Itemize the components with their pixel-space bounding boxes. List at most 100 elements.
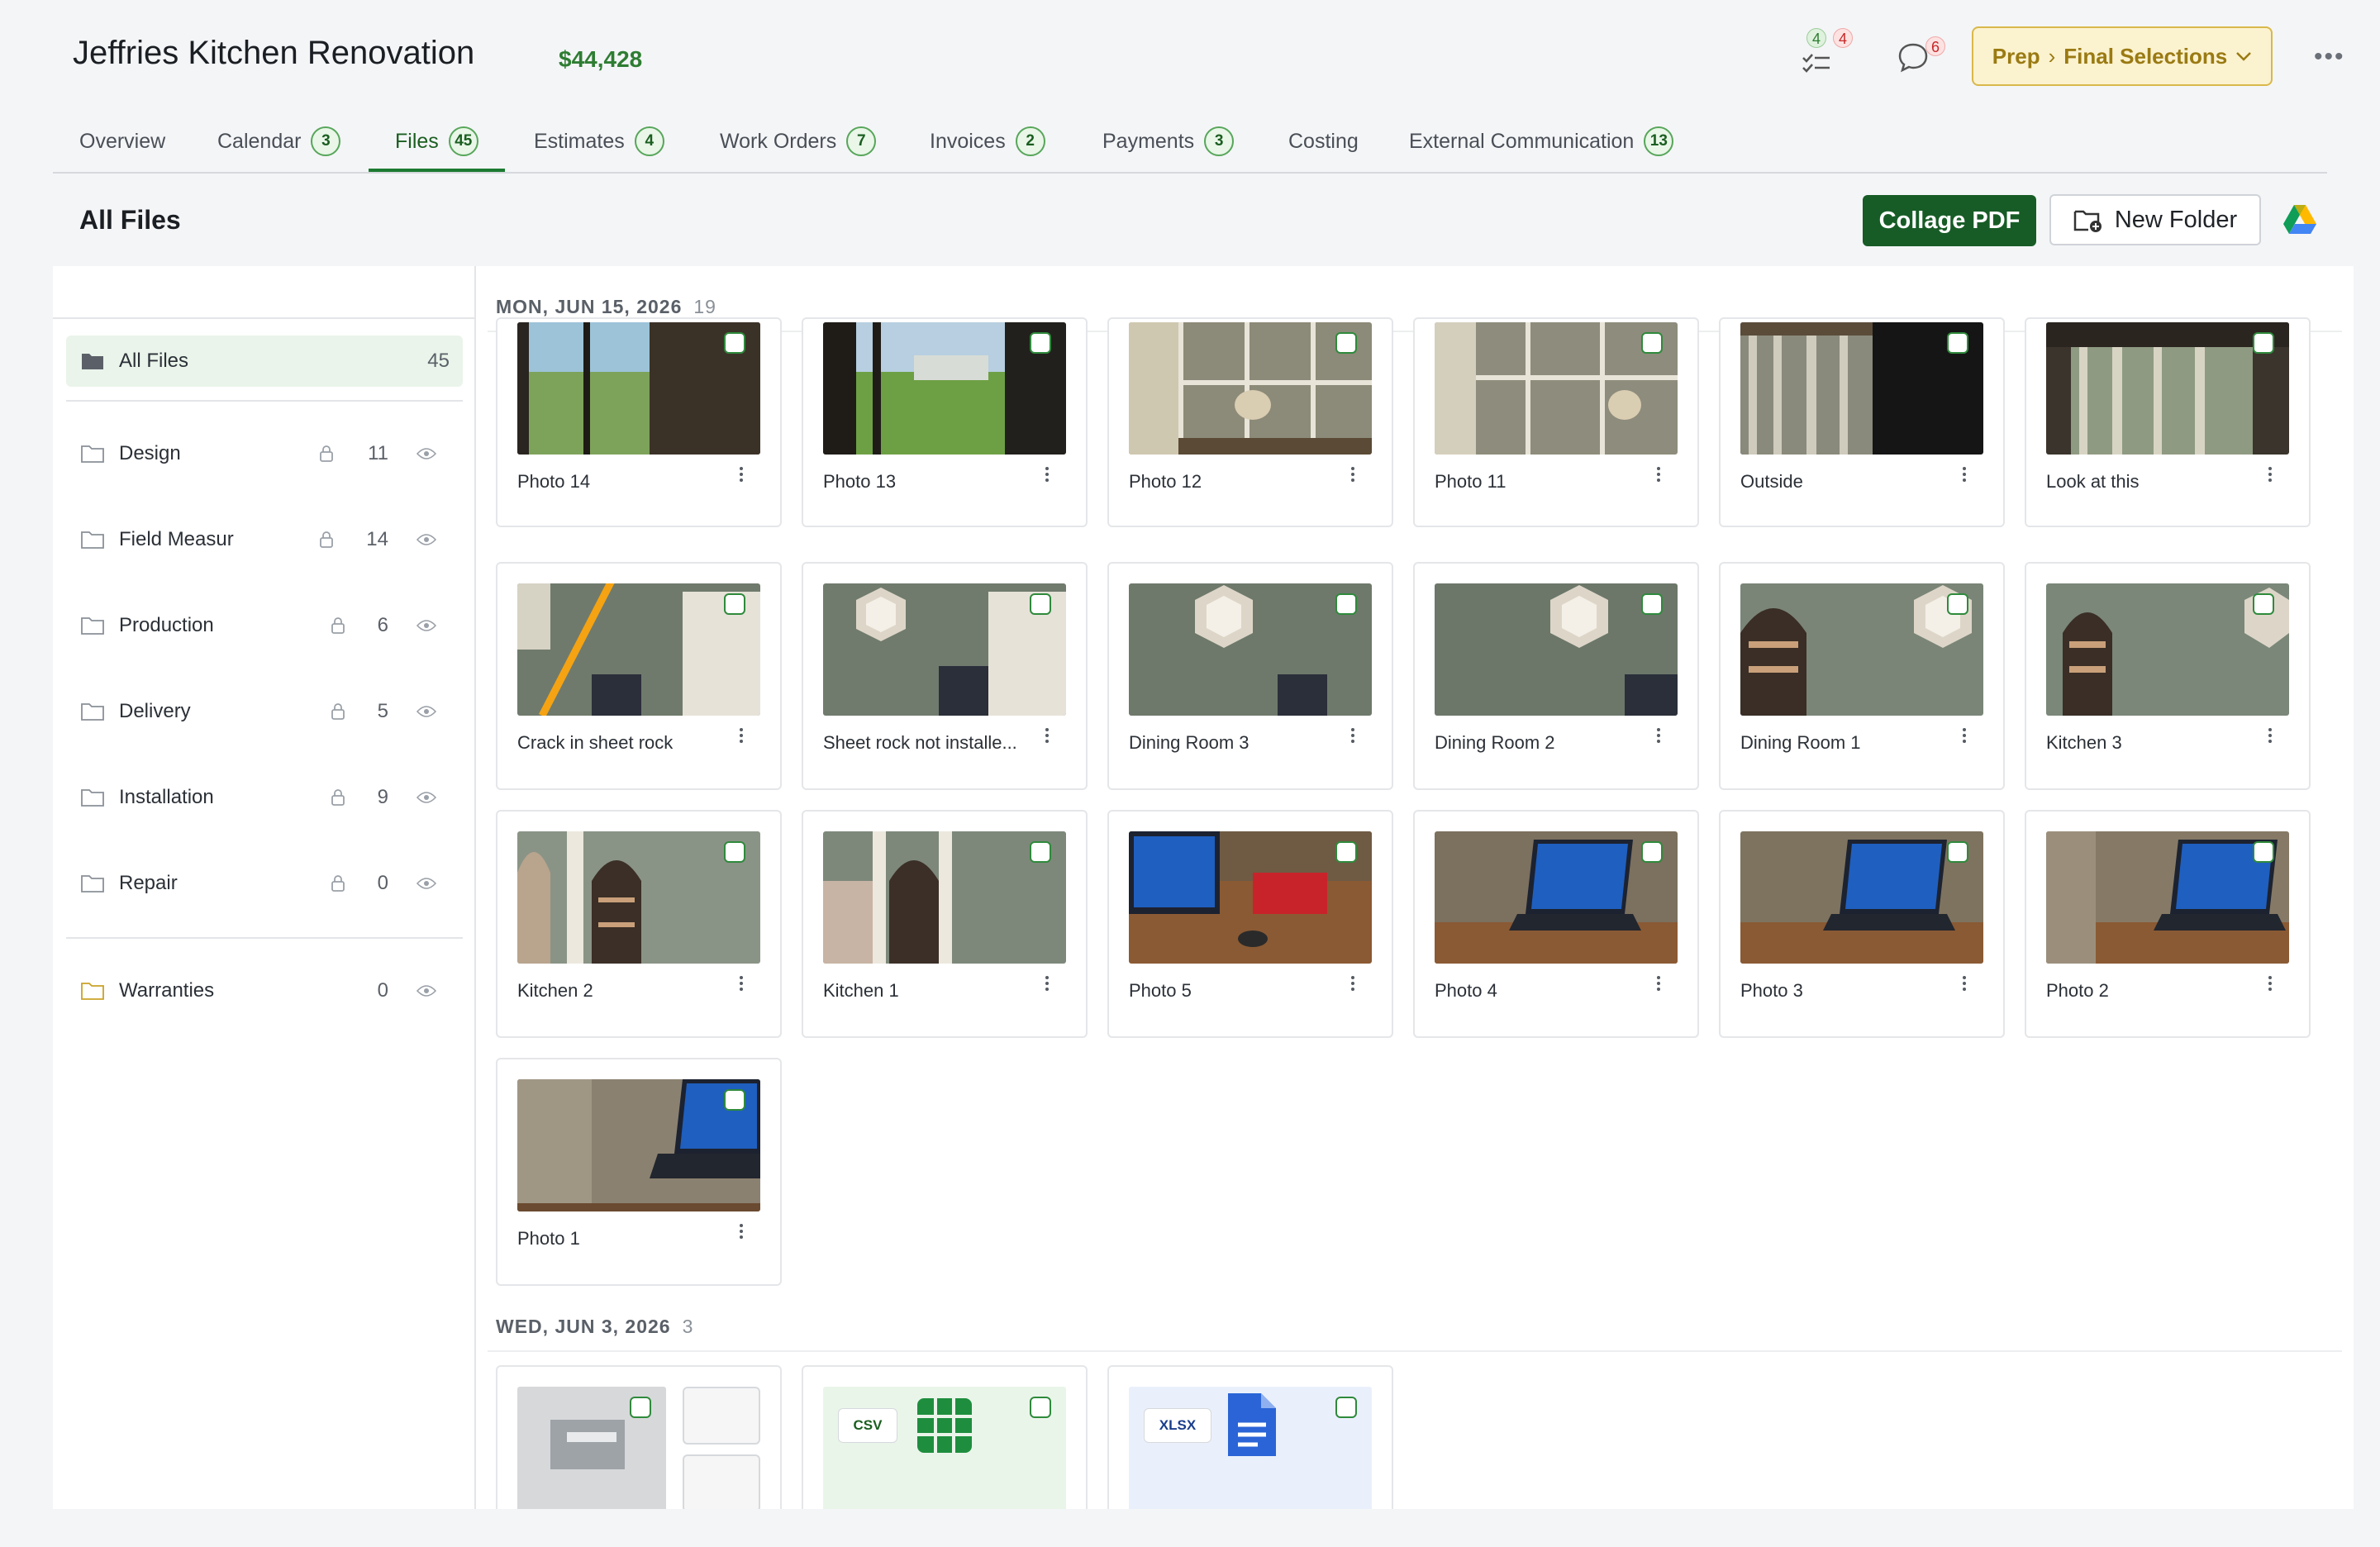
tab-calendar[interactable]: Calendar 3	[217, 112, 341, 170]
tab-costing[interactable]: Costing	[1288, 112, 1359, 170]
file-card[interactable]: Dining Room 2	[1413, 562, 1699, 790]
file-menu-icon[interactable]	[737, 726, 745, 750]
file-card[interactable]: Kitchen 3	[2025, 562, 2311, 790]
sidebar-item-repair[interactable]: Repair 0	[66, 858, 463, 909]
google-drive-icon[interactable]	[2282, 203, 2317, 235]
file-name: Outside	[1740, 471, 1803, 492]
file-menu-icon[interactable]	[1960, 464, 1968, 489]
file-menu-icon[interactable]	[1043, 464, 1051, 489]
file-card[interactable]: Dining Room 3	[1107, 562, 1393, 790]
sidebar-item-warranties[interactable]: Warranties 0	[66, 965, 463, 1016]
file-menu-icon[interactable]	[737, 464, 745, 489]
eye-icon[interactable]	[416, 533, 436, 546]
sidebar-item-design[interactable]: Design 11	[66, 428, 463, 479]
select-checkbox[interactable]	[1030, 593, 1051, 615]
eye-icon[interactable]	[416, 877, 436, 890]
sidebar-item-field-measure[interactable]: Field Measur 14	[66, 514, 463, 565]
file-menu-icon[interactable]	[2266, 726, 2274, 750]
file-card[interactable]: Photo 5	[1107, 810, 1393, 1038]
select-checkbox[interactable]	[1335, 593, 1357, 615]
select-checkbox[interactable]	[1641, 593, 1663, 615]
tab-overview[interactable]: Overview	[79, 112, 165, 170]
sidebar-item-production[interactable]: Production 6	[66, 600, 463, 651]
chat-icon[interactable]	[1897, 41, 1929, 73]
file-card[interactable]: Photo 2	[2025, 810, 2311, 1038]
file-thumbnail[interactable]	[683, 1454, 760, 1509]
eye-icon[interactable]	[416, 791, 436, 804]
file-card[interactable]: Dining Room 1	[1719, 562, 2005, 790]
file-card[interactable]: Photo 4	[1413, 810, 1699, 1038]
select-checkbox[interactable]	[1947, 593, 1968, 615]
file-card[interactable]: Photo 11	[1413, 317, 1699, 527]
tasks-icon[interactable]	[1802, 46, 1831, 74]
sidebar-item-delivery[interactable]: Delivery 5	[66, 686, 463, 737]
file-card[interactable]: XLSX	[1107, 1365, 1393, 1509]
select-checkbox[interactable]	[2253, 332, 2274, 354]
file-menu-icon[interactable]	[1960, 726, 1968, 750]
file-card[interactable]: Kitchen 1	[802, 810, 1088, 1038]
eye-icon[interactable]	[416, 705, 436, 718]
select-checkbox[interactable]	[1947, 841, 1968, 863]
tab-payments[interactable]: Payments 3	[1102, 112, 1235, 170]
file-card[interactable]: Sheet rock not installe...	[802, 562, 1088, 790]
file-card[interactable]: Crack in sheet rock	[496, 562, 782, 790]
select-checkbox[interactable]	[724, 841, 745, 863]
file-thumbnail[interactable]	[683, 1387, 760, 1445]
sidebar-item-installation[interactable]: Installation 9	[66, 772, 463, 823]
file-card[interactable]: Outside	[1719, 317, 2005, 527]
eye-icon[interactable]	[416, 447, 436, 460]
more-options-icon[interactable]: •••	[2314, 43, 2345, 71]
tab-count-badge: 13	[1644, 126, 1674, 156]
select-checkbox[interactable]	[1030, 1397, 1051, 1418]
stage-dropdown[interactable]: Prep › Final Selections	[1972, 26, 2273, 86]
file-card[interactable]: Photo 12	[1107, 317, 1393, 527]
tab-estimates[interactable]: Estimates 4	[534, 112, 664, 170]
file-menu-icon[interactable]	[1654, 726, 1663, 750]
file-menu-icon[interactable]	[1043, 726, 1051, 750]
select-checkbox[interactable]	[1030, 841, 1051, 863]
file-menu-icon[interactable]	[1654, 464, 1663, 489]
file-menu-icon[interactable]	[1654, 973, 1663, 998]
collage-pdf-button[interactable]: Collage PDF	[1863, 195, 2036, 246]
tab-invoices[interactable]: Invoices 2	[930, 112, 1045, 170]
file-menu-icon[interactable]	[1349, 464, 1357, 489]
select-checkbox[interactable]	[724, 332, 745, 354]
file-menu-icon[interactable]	[2266, 464, 2274, 489]
file-card[interactable]: Photo 3	[1719, 810, 2005, 1038]
sidebar-item-label: Repair	[119, 872, 178, 894]
file-menu-icon[interactable]	[1349, 973, 1357, 998]
tab-work-orders[interactable]: Work Orders 7	[720, 112, 877, 170]
select-checkbox[interactable]	[2253, 841, 2274, 863]
sidebar-item-all-files[interactable]: All Files 45	[66, 336, 463, 387]
file-card[interactable]: CSV	[802, 1365, 1088, 1509]
eye-icon[interactable]	[416, 619, 436, 632]
file-card[interactable]	[496, 1365, 782, 1509]
select-checkbox[interactable]	[1641, 332, 1663, 354]
select-checkbox[interactable]	[724, 593, 745, 615]
file-card[interactable]: Photo 1	[496, 1058, 782, 1286]
folder-sidebar: All Files 45 Design 11 Field Measur 14 P…	[53, 266, 476, 1509]
select-checkbox[interactable]	[1641, 841, 1663, 863]
select-checkbox[interactable]	[1335, 332, 1357, 354]
select-checkbox[interactable]	[1030, 332, 1051, 354]
select-checkbox[interactable]	[1335, 1397, 1357, 1418]
file-card[interactable]: Photo 13	[802, 317, 1088, 527]
file-menu-icon[interactable]	[1043, 973, 1051, 998]
file-card[interactable]: Kitchen 2	[496, 810, 782, 1038]
file-menu-icon[interactable]	[2266, 973, 2274, 998]
file-menu-icon[interactable]	[1960, 973, 1968, 998]
select-checkbox[interactable]	[1335, 841, 1357, 863]
new-folder-button[interactable]: New Folder	[2049, 194, 2261, 245]
tab-external-communication[interactable]: External Communication 13	[1409, 112, 1674, 170]
select-checkbox[interactable]	[724, 1089, 745, 1111]
eye-icon[interactable]	[416, 984, 436, 997]
file-menu-icon[interactable]	[737, 1221, 745, 1246]
file-menu-icon[interactable]	[1349, 726, 1357, 750]
select-checkbox[interactable]	[2253, 593, 2274, 615]
file-card[interactable]: Look at this	[2025, 317, 2311, 527]
select-checkbox[interactable]	[1947, 332, 1968, 354]
file-menu-icon[interactable]	[737, 973, 745, 998]
select-checkbox[interactable]	[630, 1397, 651, 1418]
tab-files[interactable]: Files 45	[369, 112, 505, 172]
file-card[interactable]: Photo 14	[496, 317, 782, 527]
